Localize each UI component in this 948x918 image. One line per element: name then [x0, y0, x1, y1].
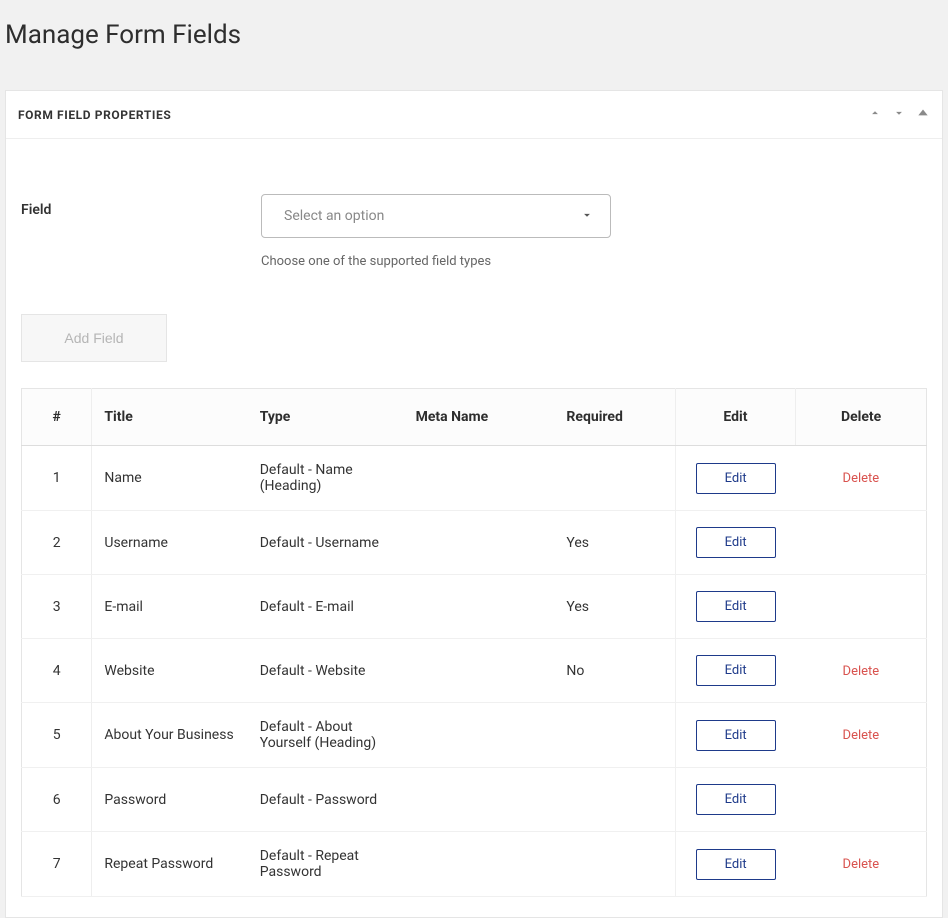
cell-type: Default - Username [248, 511, 404, 575]
fields-table: # Title Type Meta Name Required Edit Del… [21, 388, 927, 897]
cell-delete [796, 511, 927, 575]
table-row: 1NameDefault - Name (Heading) Edit Delete [22, 446, 927, 511]
table-row: 5About Your BusinessDefault - About Your… [22, 703, 927, 768]
cell-edit: Edit [675, 446, 796, 511]
select-placeholder: Select an option [262, 208, 564, 224]
cell-num: 7 [22, 832, 92, 897]
panel-form-field-properties: FORM FIELD PROPERTIES Field Select an op… [5, 90, 943, 918]
table-header-row: # Title Type Meta Name Required Edit Del… [22, 389, 927, 446]
th-required: Required [554, 389, 675, 446]
cell-required: Yes [554, 511, 675, 575]
edit-button[interactable]: Edit [696, 655, 776, 686]
cell-title: Name [92, 446, 248, 511]
cell-required [554, 832, 675, 897]
cell-delete: Delete [796, 832, 927, 897]
cell-title: Repeat Password [92, 832, 248, 897]
cell-delete: Delete [796, 703, 927, 768]
cell-type: Default - Name (Heading) [248, 446, 404, 511]
th-edit: Edit [675, 389, 796, 446]
chevron-down-icon[interactable] [892, 105, 906, 124]
cell-title: Username [92, 511, 248, 575]
cell-type: Default - Website [248, 639, 404, 703]
cell-meta [404, 511, 555, 575]
field-type-select[interactable]: Select an option [261, 194, 611, 238]
delete-link[interactable]: Delete [843, 471, 880, 486]
cell-required [554, 446, 675, 511]
cell-title: E-mail [92, 575, 248, 639]
cell-edit: Edit [675, 575, 796, 639]
edit-button[interactable]: Edit [696, 591, 776, 622]
field-helper-text: Choose one of the supported field types [261, 254, 611, 269]
cell-num: 1 [22, 446, 92, 511]
delete-link[interactable]: Delete [843, 857, 880, 872]
cell-edit: Edit [675, 639, 796, 703]
cell-delete: Delete [796, 446, 927, 511]
cell-num: 2 [22, 511, 92, 575]
cell-type: Default - About Yourself (Heading) [248, 703, 404, 768]
panel-header: FORM FIELD PROPERTIES [6, 91, 942, 139]
cell-type: Default - E-mail [248, 575, 404, 639]
chevron-down-icon [564, 207, 610, 226]
cell-num: 4 [22, 639, 92, 703]
table-row: 3E-mailDefault - E-mail Yes Edit [22, 575, 927, 639]
th-num: # [22, 389, 92, 446]
cell-meta [404, 832, 555, 897]
delete-link[interactable]: Delete [843, 728, 880, 743]
cell-delete: Delete [796, 639, 927, 703]
cell-required: No [554, 639, 675, 703]
cell-type: Default - Repeat Password [248, 832, 404, 897]
cell-required: Yes [554, 575, 675, 639]
cell-num: 5 [22, 703, 92, 768]
th-delete: Delete [796, 389, 927, 446]
cell-edit: Edit [675, 703, 796, 768]
edit-button[interactable]: Edit [696, 527, 776, 558]
cell-meta [404, 575, 555, 639]
page-header: Manage Form Fields [0, 0, 948, 90]
field-label: Field [21, 194, 261, 218]
table-row: 4WebsiteDefault - Website No Edit Delete [22, 639, 927, 703]
add-field-button[interactable]: Add Field [21, 314, 167, 362]
cell-meta [404, 639, 555, 703]
panel-controls [868, 105, 930, 124]
table-row: 7Repeat PasswordDefault - Repeat Passwor… [22, 832, 927, 897]
page-title: Manage Form Fields [5, 20, 943, 50]
table-row: 2UsernameDefault - Username Yes Edit [22, 511, 927, 575]
cell-delete [796, 575, 927, 639]
cell-required [554, 703, 675, 768]
delete-link[interactable]: Delete [843, 664, 880, 679]
panel-body: Field Select an option Choose one of the… [6, 139, 942, 917]
field-control-wrap: Select an option Choose one of the suppo… [261, 194, 611, 269]
th-meta: Meta Name [404, 389, 555, 446]
cell-meta [404, 446, 555, 511]
field-selector-row: Field Select an option Choose one of the… [21, 194, 927, 269]
edit-button[interactable]: Edit [696, 849, 776, 880]
chevron-up-icon[interactable] [868, 105, 882, 124]
edit-button[interactable]: Edit [696, 784, 776, 815]
cell-title: Website [92, 639, 248, 703]
th-title: Title [92, 389, 248, 446]
cell-meta [404, 703, 555, 768]
cell-edit: Edit [675, 511, 796, 575]
caret-up-icon[interactable] [916, 105, 930, 124]
cell-num: 3 [22, 575, 92, 639]
edit-button[interactable]: Edit [696, 720, 776, 751]
cell-edit: Edit [675, 832, 796, 897]
cell-title: About Your Business [92, 703, 248, 768]
th-type: Type [248, 389, 404, 446]
edit-button[interactable]: Edit [696, 463, 776, 494]
panel-title: FORM FIELD PROPERTIES [18, 108, 171, 122]
